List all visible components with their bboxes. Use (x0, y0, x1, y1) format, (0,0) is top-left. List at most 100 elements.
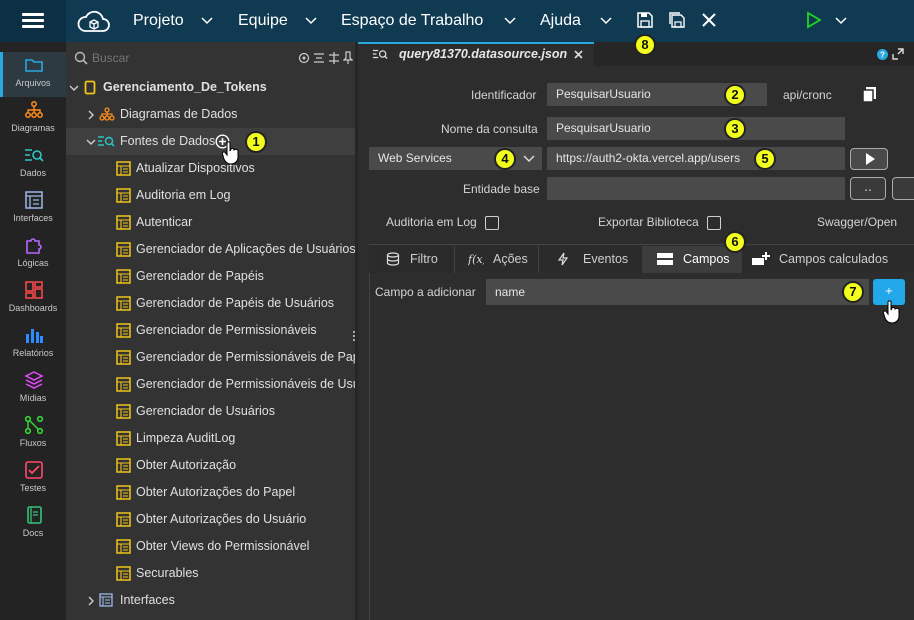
menu-equipe[interactable]: Equipe (238, 0, 288, 42)
tree-item-label: Interfaces (120, 593, 175, 607)
chevron-down-icon[interactable] (200, 13, 214, 27)
exportar-biblioteca-checkbox[interactable] (707, 216, 721, 230)
menu-espaco-de-trabalho[interactable]: Espaço de Trabalho (341, 0, 483, 42)
annotation-badge-2: 2 (724, 84, 746, 106)
chevron-right-icon[interactable] (86, 110, 96, 120)
collapse-all-icon[interactable] (313, 52, 325, 64)
expand-all-icon[interactable] (328, 52, 340, 64)
source-type-select[interactable]: Web Services (369, 147, 542, 170)
chevron-down-icon[interactable] (834, 13, 848, 27)
entidade-base-field[interactable] (547, 177, 845, 200)
copy-icon[interactable] (862, 86, 877, 103)
tree-folder-fontes-de-dados[interactable]: Fontes de Dados (66, 128, 355, 155)
menu-projeto[interactable]: Projeto (133, 0, 184, 42)
tab-filtro-label: Filtro (410, 252, 438, 266)
tree-folder-interfaces[interactable]: Interfaces (66, 587, 355, 614)
tree-item-datasource[interactable]: Securables (66, 560, 355, 587)
tree-item-label: Securables (136, 566, 199, 580)
execute-button[interactable] (850, 148, 888, 170)
tree-item-label: Gerenciador de Papéis (136, 269, 264, 283)
locate-icon[interactable] (298, 52, 310, 64)
annotation-badge-7: 7 (842, 281, 864, 303)
tree-item-datasource[interactable]: Autenticar (66, 209, 355, 236)
folder-icon (116, 242, 131, 257)
run-play-icon[interactable] (804, 11, 822, 29)
entidade-base-label: Entidade base (463, 182, 540, 196)
campo-adicionar-input[interactable]: name (486, 279, 869, 305)
chevron-down-icon[interactable] (503, 13, 517, 27)
chevron-down-icon[interactable] (523, 154, 535, 164)
tab-acoes[interactable]: f(x) Ações (456, 246, 538, 273)
nome-consulta-field[interactable]: PesquisarUsuario (547, 117, 845, 140)
nav-item-relatorios[interactable]: Relatórios (0, 322, 66, 367)
tab-campos-calculados[interactable]: Campos calculados (742, 246, 897, 273)
tree-item-label: Gerenciador de Aplicações de Usuários (136, 242, 355, 256)
chevron-down-icon[interactable] (599, 13, 613, 27)
tree-item-label: Autenticar (136, 215, 193, 229)
nav-item-fluxos[interactable]: Fluxos (0, 412, 66, 457)
tab-filtro[interactable]: Filtro (374, 246, 454, 273)
tree-item-datasource[interactable]: Gerenciador de Papéis de Usuários (66, 290, 355, 317)
tree-root-label: Gerenciamento_De_Tokens (103, 80, 267, 94)
menu-ajuda[interactable]: Ajuda (540, 0, 581, 42)
tree-item-datasource[interactable]: Gerenciador de Aplicações de Usuários (66, 236, 355, 263)
tree-item-datasource[interactable]: Gerenciador de Permissionáveis de Usu (66, 371, 355, 398)
tree-root-project[interactable]: Gerenciamento_De_Tokens (66, 74, 355, 101)
tree-item-datasource[interactable]: Limpeza AuditLog (66, 425, 355, 452)
project-explorer-panel: Gerenciamento_De_Tokens Diagramas de Dad… (66, 42, 355, 620)
tree-item-datasource[interactable]: Gerenciador de Usuários (66, 398, 355, 425)
annotation-badge-8: 8 (634, 34, 656, 56)
chevron-down-icon[interactable] (304, 13, 318, 27)
folder-icon (116, 296, 131, 311)
nav-item-label: Fluxos (19, 438, 47, 448)
save-icon[interactable] (636, 11, 654, 29)
search-input[interactable] (92, 46, 292, 70)
chevron-right-icon[interactable] (86, 596, 96, 606)
annotation-badge-3: 3 (724, 118, 746, 140)
svg-text:?: ? (880, 51, 885, 60)
nav-item-dashboards[interactable]: Dashboards (0, 277, 66, 322)
tree-folder-diagramas[interactable]: Diagramas de Dados (66, 101, 355, 128)
tree-item-datasource[interactable]: Auditoria em Log (66, 182, 355, 209)
tab-eventos[interactable]: Eventos (545, 246, 640, 273)
nav-item-label: Interfaces (13, 213, 53, 223)
chevron-down-icon[interactable] (69, 83, 79, 93)
nav-item-arquivos[interactable]: Arquivos (0, 52, 66, 97)
hamburger-menu-button[interactable] (0, 0, 66, 42)
tree-item-datasource[interactable]: Obter Views do Permissionável (66, 533, 355, 560)
nav-item-interfaces[interactable]: Interfaces (0, 187, 66, 232)
layers-icon (24, 371, 44, 389)
folder-icon (116, 188, 131, 203)
tree-item-datasource[interactable]: Obter Autorizações do Usuário (66, 506, 355, 533)
editor-tab[interactable]: query81370.datasource.json (358, 42, 594, 66)
tree-item-label: Gerenciador de Usuários (136, 404, 275, 418)
folder-icon (116, 215, 131, 230)
tree-item-datasource[interactable]: Atualizar Dispositivos (66, 155, 355, 182)
nav-item-testes[interactable]: Testes (0, 457, 66, 502)
pin-icon[interactable] (343, 51, 353, 65)
nav-item-label: Docs (22, 528, 44, 538)
nav-item-docs[interactable]: Docs (0, 502, 66, 547)
tree-item-label: Fontes de Dados (120, 134, 216, 148)
tree-item-datasource[interactable]: Gerenciador de Papéis (66, 263, 355, 290)
help-icon[interactable]: ? (877, 49, 888, 60)
nav-item-logicas[interactable]: Lógicas (0, 232, 66, 277)
browse-entity-button[interactable]: .. (850, 177, 886, 200)
tree-item-datasource[interactable]: Obter Autorizações do Papel (66, 479, 355, 506)
auditoria-log-checkbox[interactable] (485, 216, 499, 230)
chevron-down-icon[interactable] (86, 137, 96, 147)
close-icon[interactable] (700, 11, 718, 29)
url-field[interactable]: https://auth2-okta.vercel.app/users (547, 147, 845, 170)
function-icon: f(x) (468, 253, 484, 266)
nav-item-diagramas[interactable]: Diagramas (0, 97, 66, 142)
tree-item-datasource[interactable]: Gerenciador de Permissionáveis (66, 317, 355, 344)
book-icon (27, 506, 42, 524)
expand-panel-icon[interactable] (892, 48, 904, 60)
nav-item-dados[interactable]: Dados (0, 142, 66, 187)
nav-item-midias[interactable]: Mídias (0, 367, 66, 412)
close-tab-icon[interactable] (574, 50, 583, 59)
entity-extra-button[interactable] (892, 177, 914, 200)
tree-item-datasource[interactable]: Gerenciador de Permissionáveis de Pape (66, 344, 355, 371)
save-all-icon[interactable] (668, 11, 686, 29)
tree-item-datasource[interactable]: Obter Autorização (66, 452, 355, 479)
